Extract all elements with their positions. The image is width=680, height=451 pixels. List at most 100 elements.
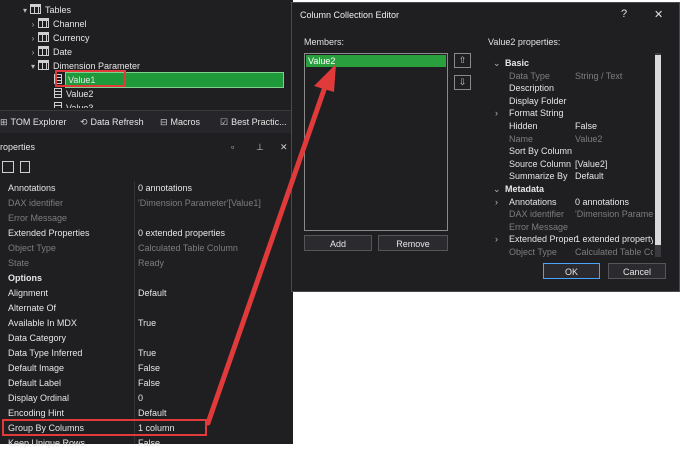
expand-icon[interactable]: ⌄	[493, 57, 501, 69]
grid-row[interactable]: Data Type Inferred True	[0, 346, 283, 361]
grid-row[interactable]: Object Type Calculated Table Column	[0, 241, 283, 256]
chevron-icon[interactable]: ▾	[20, 4, 30, 18]
chevron-icon[interactable]: ›	[28, 32, 38, 46]
expand-icon[interactable]: ›	[495, 233, 498, 245]
property-name: Hidden	[509, 121, 538, 131]
column-icon	[54, 88, 62, 98]
property-value[interactable]: True	[138, 316, 156, 331]
grid-row[interactable]: Extended Properties 0 extended properties	[0, 226, 283, 241]
property-value[interactable]: Default	[138, 286, 167, 301]
tree-item[interactable]: › Currency	[28, 31, 90, 45]
grid-row[interactable]: Data Category	[0, 331, 283, 346]
categorized-view-icon[interactable]	[2, 161, 14, 173]
float-window-icon[interactable]: ▫	[231, 138, 234, 156]
property-row[interactable]: Data Type String / Text	[488, 70, 653, 82]
property-row[interactable]: › Extended Proper 1 extended property	[488, 233, 653, 245]
tree-item[interactable]: ▾ Tables	[20, 3, 71, 17]
property-row[interactable]: › Format String	[488, 107, 653, 119]
tab-tom-explorer[interactable]: ⊞ TOM Explorer	[0, 115, 66, 129]
tab-macros[interactable]: ⊟ Macros	[160, 115, 200, 129]
property-value[interactable]: 0	[138, 391, 143, 406]
grid-row[interactable]: Display Ordinal 0	[0, 391, 283, 406]
property-row[interactable]: Name Value2	[488, 133, 653, 145]
expand-icon[interactable]: ›	[495, 196, 498, 208]
pin-icon[interactable]: ⊥	[256, 138, 264, 156]
expand-icon[interactable]: ⌄	[493, 183, 501, 195]
grid-row[interactable]: State Ready	[0, 256, 283, 271]
tree-item[interactable]: Value3	[44, 101, 93, 108]
tree-item-label: Date	[53, 47, 73, 57]
property-name: Object Type	[509, 247, 557, 257]
grid-row[interactable]: Default Image False	[0, 361, 283, 376]
close-icon[interactable]: ✕	[280, 138, 288, 156]
column-icon	[54, 102, 62, 108]
grid-row[interactable]: Alignment Default	[0, 286, 283, 301]
property-value[interactable]: 0 annotations	[575, 196, 629, 208]
tree-item-label: Channel	[53, 19, 87, 29]
chevron-icon[interactable]: ▾	[28, 60, 38, 74]
refresh-icon: ⟲	[80, 117, 88, 127]
property-row[interactable]: Display Folder	[488, 95, 653, 107]
property-name: Data Type	[509, 70, 550, 81]
scrollbar-thumb[interactable]	[655, 55, 661, 245]
tree-item[interactable]: › Channel	[28, 17, 87, 31]
grid-row[interactable]: Alternate Of	[0, 301, 283, 316]
property-value[interactable]: False	[138, 361, 160, 376]
property-value[interactable]: 0 annotations	[138, 181, 192, 196]
property-name: Default Label	[8, 378, 62, 388]
property-value[interactable]: 1 extended property	[575, 233, 653, 245]
property-name: Metadata	[505, 184, 545, 194]
grid-row[interactable]: Available In MDX True	[0, 316, 283, 331]
grid-row[interactable]: Default Label False	[0, 376, 283, 391]
grid-section-header[interactable]: Options	[0, 271, 283, 286]
property-value[interactable]: 0 extended properties	[138, 226, 225, 241]
property-name: Format String	[509, 108, 564, 119]
ok-button[interactable]: OK	[543, 263, 600, 279]
move-up-button[interactable]: ⇧	[454, 53, 471, 68]
tab-data-refresh[interactable]: ⟲ Data Refresh	[80, 115, 144, 129]
help-icon[interactable]: ?	[621, 8, 627, 20]
property-value[interactable]: False	[575, 120, 597, 132]
chevron-icon[interactable]: ›	[28, 46, 38, 60]
chevron-icon[interactable]: ›	[28, 18, 38, 32]
properties-header: roperties ▫ ⊥ ✕	[0, 138, 293, 156]
property-value[interactable]: False	[138, 376, 160, 391]
scrollbar[interactable]	[655, 53, 661, 257]
property-row[interactable]: DAX identifier 'Dimension Parameter	[488, 208, 653, 220]
expand-icon[interactable]: ›	[495, 107, 498, 119]
close-icon[interactable]: ✕	[654, 8, 663, 21]
category-header[interactable]: ⌄ Metadata	[488, 183, 653, 195]
category-header[interactable]: ⌄ Basic	[488, 57, 653, 69]
remove-button[interactable]: Remove	[378, 235, 448, 251]
tree-item[interactable]: › Date	[28, 45, 72, 59]
property-row[interactable]: Sort By Column	[488, 145, 653, 157]
property-row[interactable]: Description	[488, 82, 653, 94]
property-name: Alternate Of	[8, 303, 57, 313]
cancel-button[interactable]: Cancel	[608, 263, 666, 279]
member-property-grid: ⌄ Basic Data Type String / Text Description D…	[488, 53, 653, 257]
property-row[interactable]: Error Message	[488, 221, 653, 233]
property-value: Calculated Table Column	[575, 247, 653, 257]
property-value[interactable]: True	[138, 346, 156, 361]
property-name: Default Image	[8, 363, 65, 373]
grid-row[interactable]: DAX identifier 'Dimension Parameter'[Valu…	[0, 196, 283, 211]
alphabetical-view-icon[interactable]	[20, 161, 30, 173]
list-item[interactable]: Value2	[306, 55, 446, 67]
property-row[interactable]: Object Type Calculated Table Column	[488, 246, 653, 257]
tree-item[interactable]: Value2	[44, 87, 93, 101]
add-button[interactable]: Add	[304, 235, 372, 251]
grid-row[interactable]: Error Message	[0, 211, 283, 226]
property-value: 'Dimension Parameter	[575, 209, 653, 220]
property-name: Name	[509, 133, 534, 144]
property-value[interactable]: [Value2]	[575, 158, 607, 170]
move-down-button[interactable]: ⇩	[454, 75, 471, 90]
property-row[interactable]: Summarize By Default	[488, 170, 653, 182]
members-list[interactable]: Value2	[304, 53, 448, 231]
property-row[interactable]: Hidden False	[488, 120, 653, 132]
property-row[interactable]: › Annotations 0 annotations	[488, 196, 653, 208]
property-name: Object Type	[8, 243, 56, 253]
property-value[interactable]: Default	[575, 170, 604, 182]
tab-best-practice[interactable]: ☑ Best Practic...	[220, 115, 287, 129]
grid-row[interactable]: Annotations 0 annotations	[0, 181, 283, 196]
property-row[interactable]: Source Column [Value2]	[488, 158, 653, 170]
